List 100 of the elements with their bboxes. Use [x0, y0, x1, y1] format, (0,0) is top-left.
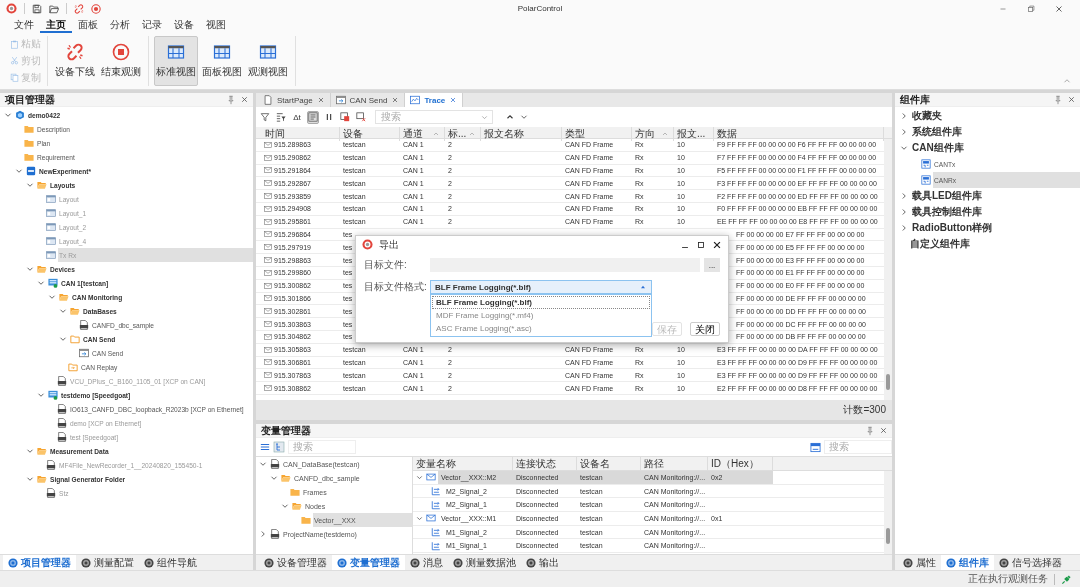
menu-tab[interactable]: 文件	[8, 17, 40, 33]
envelope-icon	[426, 472, 436, 483]
envelope-icon	[264, 281, 272, 290]
scrollbar[interactable]	[884, 139, 892, 400]
page-icon	[263, 95, 273, 105]
menu-tab[interactable]: 设备	[168, 17, 200, 33]
envelope-icon	[264, 140, 272, 149]
panel-tab[interactable]: 组件库	[941, 555, 994, 570]
disc-icon	[453, 557, 463, 568]
dialog-title: 导出	[379, 237, 400, 252]
disc-icon	[264, 557, 274, 568]
ribbon-button[interactable]: 结束观测	[99, 36, 143, 86]
panel-tab[interactable]: 输出	[521, 555, 564, 570]
panel-title: 项目管理器	[5, 92, 56, 107]
list-icon[interactable]	[260, 442, 270, 452]
pin-icon[interactable]	[865, 425, 875, 436]
document-icon	[57, 376, 67, 386]
envelope-icon	[264, 243, 272, 252]
scrollbar[interactable]	[884, 471, 892, 554]
tree-item[interactable]: 系统组件库	[911, 124, 1080, 140]
list-icon	[308, 112, 318, 122]
delta-time-button[interactable]: Δt	[291, 110, 303, 124]
ribbon-button[interactable]: 标准视图	[154, 36, 198, 86]
folder-outline-icon	[70, 334, 80, 344]
folder-icon[interactable]	[49, 3, 59, 14]
menu-tab[interactable]: 记录	[136, 17, 168, 33]
tree-item[interactable]: RadioButton样例	[911, 220, 1080, 236]
dropdown-option[interactable]: BLF Frame Logging(*.blf)	[432, 296, 650, 309]
panel-tab[interactable]: 测量配置	[76, 555, 139, 570]
save-icon[interactable]	[32, 3, 42, 14]
panel-tab[interactable]: 消息	[405, 555, 448, 570]
panel-tab[interactable]: 属性	[898, 555, 941, 570]
column-header[interactable]: 设备	[340, 127, 400, 141]
panel-tab[interactable]: 测量数据池	[448, 555, 521, 570]
broken-link-icon[interactable]	[74, 3, 84, 14]
document-icon	[46, 488, 56, 498]
plug-icon	[1061, 573, 1072, 585]
document-icon	[79, 320, 89, 330]
column-header[interactable]: 报文...	[674, 127, 714, 141]
open-folder-icon	[37, 180, 47, 190]
column-header[interactable]: 通道	[400, 127, 445, 141]
menu-tab[interactable]: 视图	[200, 17, 232, 33]
tree-item[interactable]: 载具LED组件库	[911, 188, 1080, 204]
document-icon	[270, 459, 280, 469]
panel-tab[interactable]: 变量管理器	[332, 555, 405, 570]
document-tab[interactable]: Trace	[405, 93, 464, 107]
document-icon	[57, 432, 67, 442]
record-icon[interactable]	[91, 3, 101, 14]
envelope-icon	[264, 192, 272, 201]
panel-tab[interactable]: 项目管理器	[3, 555, 76, 570]
toolbar-button[interactable]	[355, 110, 367, 124]
column-header[interactable]: 时间	[262, 127, 340, 141]
pin-icon[interactable]	[226, 94, 236, 105]
panel-tab[interactable]: 设备管理器	[259, 555, 332, 570]
document-icon	[46, 460, 56, 470]
open-folder-icon	[292, 501, 302, 511]
browse-button[interactable]: ...	[704, 258, 720, 272]
pin-icon[interactable]	[1053, 94, 1063, 105]
scissors-icon	[10, 56, 19, 66]
ribbon-button[interactable]: 观测视图	[246, 36, 290, 86]
tree-item[interactable]: 收藏夹	[911, 108, 1080, 124]
close-icon[interactable]	[712, 239, 722, 250]
filter-icon	[260, 112, 270, 122]
menu-tab[interactable]: 面板	[72, 17, 104, 33]
maximize-icon[interactable]	[696, 239, 706, 250]
menu-tab[interactable]: 分析	[104, 17, 136, 33]
send-window-icon	[79, 348, 89, 358]
window-icon	[46, 208, 56, 218]
logo-icon	[362, 239, 373, 250]
tree-view-icon[interactable]	[273, 441, 285, 453]
ribbon-button[interactable]: 面板视图	[200, 36, 244, 86]
logo-icon[interactable]	[6, 3, 17, 14]
toolbar-button[interactable]	[339, 110, 351, 124]
panel-tab[interactable]: 信号选择器	[994, 555, 1067, 570]
open-folder-icon	[70, 306, 80, 316]
component-icon	[921, 159, 931, 169]
ribbon-button[interactable]: 设备下线	[53, 36, 97, 86]
signal-icon	[431, 527, 441, 538]
panel-tab[interactable]: 组件导航	[139, 555, 202, 570]
tree-item[interactable]: 载具控制组件库	[911, 204, 1080, 220]
dialog-button[interactable]: 关闭	[690, 322, 720, 336]
table-icon[interactable]	[810, 441, 821, 453]
document-icon	[270, 529, 280, 539]
dropdown-option[interactable]: ASC Frame Logging(*.asc)	[432, 322, 650, 335]
disc-icon	[144, 557, 154, 568]
board-icon	[48, 390, 58, 400]
format-dropdown[interactable]: BLF Frame Logging(*.blf)	[430, 280, 652, 294]
dropdown-option[interactable]: MDF Frame Logging(*.mf4)	[432, 309, 650, 322]
field-label: 目标文件格式:	[364, 280, 426, 294]
column-header[interactable]: 报文名称	[481, 127, 562, 141]
restore-icon[interactable]	[1026, 3, 1036, 14]
tree-item[interactable]: 自定义组件库	[909, 236, 1080, 252]
tree-item[interactable]: CAN组件库	[911, 140, 1080, 156]
toolbar-button[interactable]	[275, 110, 287, 124]
column-header[interactable]: 方向	[632, 127, 674, 141]
folder-icon	[301, 515, 311, 525]
folder-arrow-icon	[68, 362, 78, 372]
send-window-icon	[335, 95, 346, 105]
column-header[interactable]: 类型	[562, 127, 632, 141]
column-header[interactable]: 标...	[445, 127, 481, 141]
